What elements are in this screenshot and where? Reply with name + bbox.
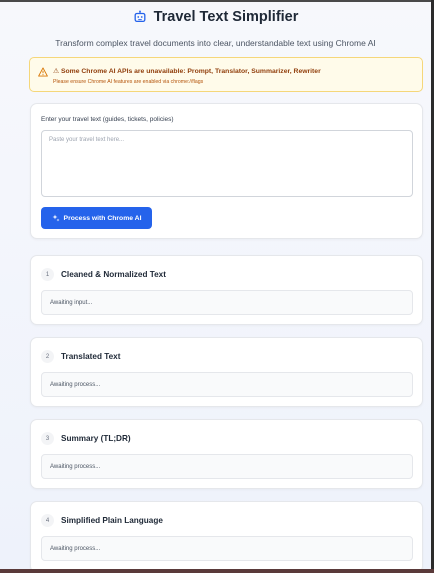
step-title: Simplified Plain Language (61, 516, 163, 525)
sparkle-icon (52, 214, 60, 222)
page-subtitle: Transform complex travel documents into … (55, 38, 376, 48)
page-title: Travel Text Simplifier (153, 9, 299, 25)
step-output: Awaiting process... (41, 372, 413, 397)
process-button-label: Process with Chrome AI (63, 214, 142, 222)
window-bottom-edge (0, 569, 434, 573)
step-output: Awaiting process... (41, 536, 413, 561)
step-card-simplified: 4 Simplified Plain Language Awaiting pro… (30, 501, 423, 573)
api-warning-banner: ⚠ Some Chrome AI APIs are unavailable: P… (29, 57, 423, 92)
input-card: Enter your travel text (guides, tickets,… (30, 103, 423, 239)
robot-icon (134, 10, 146, 23)
page-header: Travel Text Simplifier Transform complex… (0, 6, 431, 48)
step-title: Translated Text (61, 352, 121, 361)
step-number: 4 (41, 514, 54, 527)
step-card-translated: 2 Translated Text Awaiting process... (30, 337, 423, 407)
step-number: 1 (41, 268, 54, 281)
title-row: Travel Text Simplifier (0, 6, 431, 28)
travel-text-input[interactable] (41, 130, 413, 197)
input-label: Enter your travel text (guides, tickets,… (41, 116, 174, 123)
warning-hint: Please ensure Chrome AI features are ena… (53, 79, 204, 85)
step-card-summary: 3 Summary (TL;DR) Awaiting process... (30, 419, 423, 489)
step-number: 3 (41, 432, 54, 445)
step-number: 2 (41, 350, 54, 363)
window-top-edge (0, 0, 434, 2)
step-title: Cleaned & Normalized Text (61, 270, 166, 279)
process-button[interactable]: Process with Chrome AI (41, 207, 152, 229)
warning-message: ⚠ Some Chrome AI APIs are unavailable: P… (53, 68, 321, 75)
step-output: Awaiting input... (41, 290, 413, 315)
warning-triangle-icon (38, 67, 48, 77)
step-output: Awaiting process... (41, 454, 413, 479)
step-title: Summary (TL;DR) (61, 434, 131, 443)
step-card-cleaned: 1 Cleaned & Normalized Text Awaiting inp… (30, 255, 423, 325)
